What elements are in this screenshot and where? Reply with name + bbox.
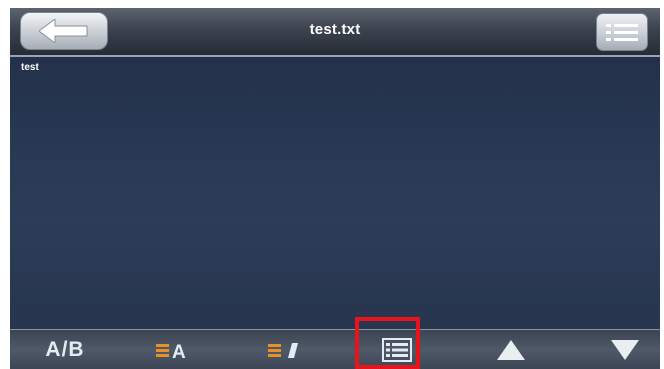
menu-button[interactable] — [596, 13, 648, 51]
ab-label: A/B — [45, 338, 85, 361]
page-up-button[interactable] — [466, 330, 556, 369]
ab-toggle-button[interactable]: A/B — [20, 330, 110, 369]
font-size-button[interactable]: A — [130, 330, 220, 369]
font-style-button[interactable] — [239, 330, 329, 369]
font-style-icon — [268, 343, 298, 358]
list-menu-icon — [606, 24, 638, 41]
down-triangle-icon — [611, 340, 639, 360]
font-size-label: A — [172, 342, 186, 361]
up-triangle-icon — [497, 340, 525, 360]
title-bar: test.txt — [10, 8, 660, 57]
bottom-toolbar: A/B A — [10, 329, 660, 369]
device-screen: test.txt test A/B A — [10, 8, 660, 369]
document-text: test — [21, 62, 39, 73]
text-content-area[interactable]: test — [10, 57, 660, 329]
highlight-box — [355, 317, 420, 369]
page-down-button[interactable] — [580, 330, 660, 369]
font-size-icon: A — [156, 342, 186, 361]
page-title: test.txt — [309, 21, 361, 38]
